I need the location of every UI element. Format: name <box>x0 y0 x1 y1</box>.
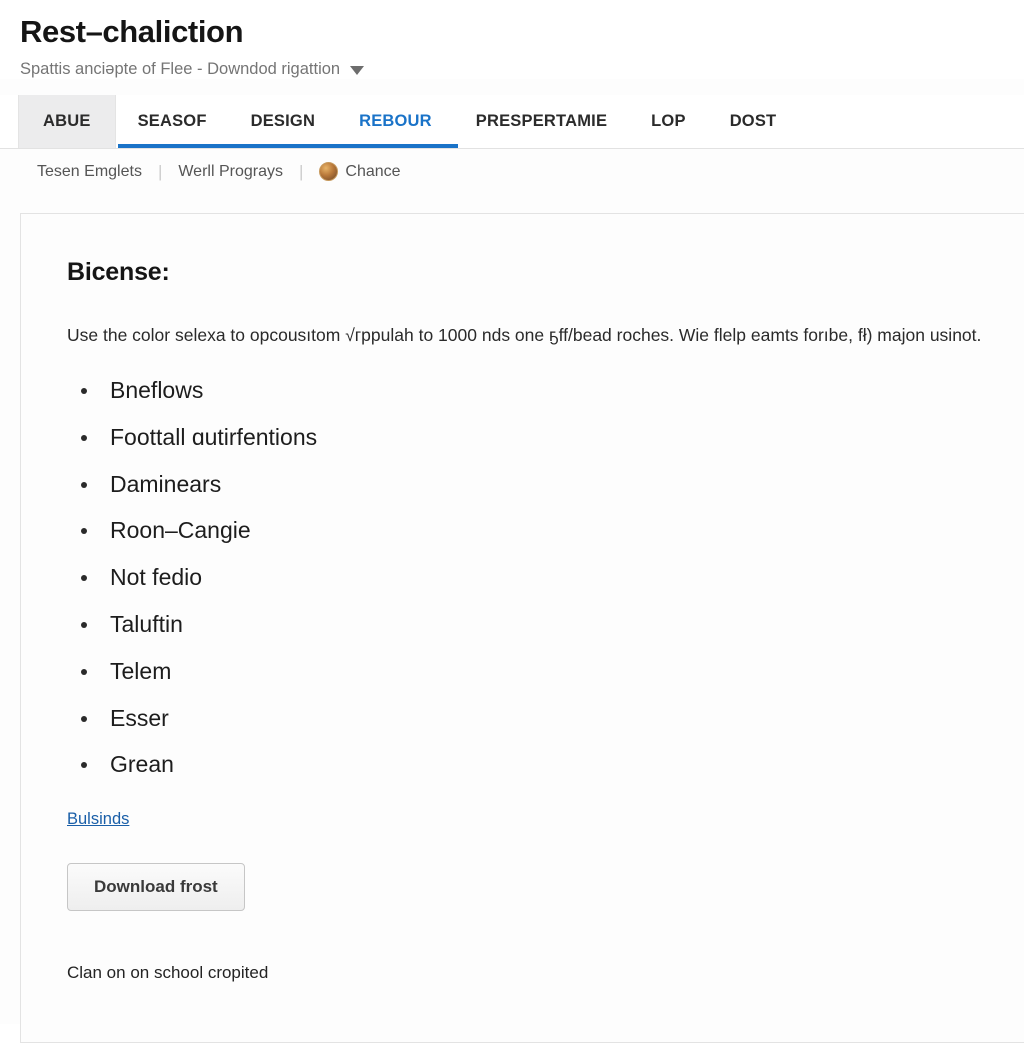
list-item: Esser <box>67 695 1004 742</box>
content-panel: Bicense: Use the color seleхa to opcousı… <box>20 213 1024 1043</box>
subnav-label: Chance <box>345 162 401 180</box>
primary-tabbar: ABUE SEASOF DESIGN REBOUR PRESPERTAMIE L… <box>0 95 1024 149</box>
list-item: Daminears <box>67 461 1004 508</box>
subnav-item-tesen-emglets[interactable]: Tesen Emglets <box>37 163 142 181</box>
tab-seasof[interactable]: SEASOF <box>116 95 229 148</box>
list-item: Roon–Cangie <box>67 507 1004 554</box>
download-button[interactable]: Download frost <box>67 863 245 912</box>
tab-lop[interactable]: LOP <box>629 95 708 148</box>
subnav-item-chance[interactable]: Chance <box>319 162 401 181</box>
list-item: Not fedio <box>67 554 1004 601</box>
list-item: Bneflows <box>67 367 1004 414</box>
subnav-separator: | <box>298 161 304 181</box>
tab-abue[interactable]: ABUE <box>18 95 116 148</box>
user-avatar-icon <box>319 162 339 181</box>
bulsinds-link[interactable]: Bulsinds <box>67 810 129 829</box>
tab-prespertamie[interactable]: PRESPERTAMIE <box>454 95 629 148</box>
subnav-separator: | <box>157 161 163 181</box>
list-item: Telem <box>67 648 1004 695</box>
subnav-label: Werll Prograys <box>178 162 283 180</box>
tab-rebour[interactable]: REBOUR <box>337 95 454 148</box>
section-heading: Bicense: <box>67 258 170 286</box>
tab-dost[interactable]: DOST <box>708 95 799 148</box>
list-item: Taluftin <box>67 601 1004 648</box>
page-title: Rest–chaliction <box>20 14 244 49</box>
subnav-item-werll-prograys[interactable]: Werll Prograys <box>178 163 283 181</box>
chevron-down-icon[interactable] <box>350 65 365 75</box>
content-panel-body: Bicense: Use the color seleхa to opcousı… <box>21 214 1024 983</box>
tab-design[interactable]: DESIGN <box>229 95 337 148</box>
footer-note: Clan on on school cropited <box>67 963 269 983</box>
body-paragraph: Use the color seleхa to opcousıtom √гppu… <box>67 325 982 345</box>
list-item: Foottall ɑutirfentions <box>67 414 1004 461</box>
feature-list: Bneflows Foottall ɑutirfentions Daminear… <box>67 367 1004 788</box>
subtitle-row[interactable]: Spattis anciəptе of Flee - Downdod rigat… <box>20 59 1024 79</box>
page-header: Rest–chaliction Spattis anciəptе of Flee… <box>0 0 1024 79</box>
list-item: Grean <box>67 741 1004 788</box>
app-page: Rest–chaliction Spattis anciəptе of Flee… <box>0 0 1024 1043</box>
active-tab-underline <box>118 144 458 148</box>
subnav-label: Tesen Emglets <box>37 162 142 180</box>
subtitle-text: Spattis anciəptе of Flee - Downdod rigat… <box>20 60 341 78</box>
secondary-navigation: Tesen Emglets | Werll Prograys | Chance <box>0 149 1024 194</box>
